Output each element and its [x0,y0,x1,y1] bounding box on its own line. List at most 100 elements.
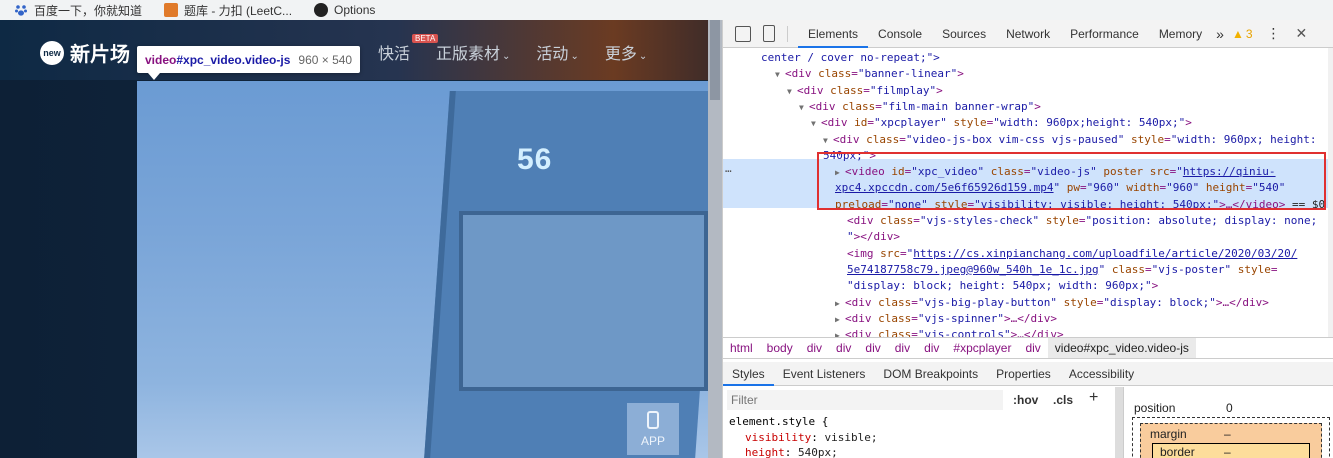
dom-token: >…</div> [1010,328,1064,337]
breadcrumb-item[interactable]: div [1018,341,1047,355]
nav-item-events[interactable]: 活动 ⌄ [536,40,578,64]
dom-line[interactable]: 5e74187758c79.jpeg@960w_540h_1e_1c.jpg" … [847,262,1278,278]
dom-token: class [878,328,912,337]
nav-label: 更多 [604,46,637,63]
breadcrumb-item[interactable]: div [800,341,829,355]
app-download-button[interactable]: APP [627,403,679,455]
dom-tree[interactable]: … center / cover no-repeat;"> ▼ <div class… [723,48,1328,337]
dom-token: = [1145,262,1152,276]
dom-line[interactable]: ▼ <div class="film-main banner-wrap"> [799,99,1041,115]
expanded-triangle-icon[interactable]: ▼ [811,116,821,132]
dom-line[interactable]: ▶ <div class="vjs-spinner">…</div> [835,311,1057,327]
dom-line[interactable]: "display: block; height: 540px; width: 9… [847,278,1158,294]
more-tabs-icon[interactable]: » [1216,26,1224,42]
dom-token: class [830,83,864,97]
dom-token [1057,296,1064,309]
css-prop-value: 540px; [798,446,838,458]
breadcrumb-item[interactable]: div [829,341,858,355]
dom-line[interactable]: ▶ <div class="vjs-big-play-button" style=… [835,295,1269,311]
subtab-properties[interactable]: Properties [987,362,1060,386]
warnings-counter[interactable]: ▲ 3 [1232,27,1253,41]
tab-network[interactable]: Network [996,20,1060,48]
dom-token: = [867,116,874,130]
tooltip-selector: #xpc_video.video-js [176,52,291,67]
logo-badge: new [40,40,64,65]
collapsed-triangle-icon[interactable]: ▶ [835,296,845,312]
dom-token: <div [845,328,879,337]
dom-token: <img [847,246,881,260]
node-actions-ellipsis[interactable]: … [725,162,732,175]
video-highlight-overlay[interactable]: 56 APP [137,81,708,458]
dom-line[interactable]: ▼ <div id="xpcplayer" style="width: 960px… [811,115,1192,131]
expanded-triangle-icon[interactable]: ▼ [787,84,797,100]
breadcrumb-item[interactable]: html [723,341,760,355]
style-prop-row[interactable]: visibility: visible; [745,431,877,444]
tab-performance[interactable]: Performance [1060,20,1149,48]
dom-line[interactable]: ▼ <div class="video-js-box vim-css vjs-pa… [823,132,1317,148]
breadcrumb-item[interactable]: #xpcplayer [946,341,1018,355]
tab-elements[interactable]: Elements [798,20,869,48]
site-logo[interactable]: new 新片场 [40,38,130,67]
nav-label: 活动 [536,46,569,63]
dom-token: = [875,99,882,113]
bookmark-baidu[interactable]: 百度一下，你就知道 [14,2,142,19]
bus-window [459,211,708,391]
nav-item-more[interactable]: 更多 ⌄ [605,40,647,64]
dom-line[interactable]: <div class="vjs-styles-check" style="pos… [847,213,1317,229]
tab-console[interactable]: Console [868,20,932,48]
nav-item-kuaihuo[interactable]: 快活 BETA [378,34,439,64]
inspect-element-icon[interactable] [735,25,751,42]
box-border-label: border [1160,445,1195,458]
collapsed-triangle-icon[interactable]: ▶ [835,328,845,337]
bookmark-options[interactable]: Options [314,3,375,17]
bus-number: 56 [517,143,553,176]
expanded-triangle-icon[interactable]: ▼ [799,100,809,116]
dom-token[interactable]: 5e74187758c79.jpeg@960w_540h_1e_1c.jpg [847,263,1099,276]
dom-token[interactable]: https://cs.xinpianchang.com/uploadfile/a… [913,247,1297,260]
bookmark-leetcode[interactable]: 题库 - 力扣 (LeetC... [164,2,292,19]
breadcrumb-item[interactable]: video#xpc_video.video-js [1047,338,1196,358]
dom-line[interactable]: "></div> [847,229,900,245]
dom-line[interactable]: ▶ <div class="vjs-controls">…</div> [835,327,1064,337]
page-scrollbar-thumb[interactable] [710,20,720,100]
expanded-triangle-icon[interactable]: ▼ [823,133,833,149]
dom-token: class [1111,262,1146,276]
style-prop-row[interactable]: height: 540px; [745,446,838,458]
collapsed-triangle-icon[interactable]: ▶ [835,312,845,328]
hov-toggle[interactable]: :hov [1013,393,1038,407]
warning-count: 3 [1245,26,1253,41]
dom-line[interactable]: center / cover no-repeat;"> [761,50,940,66]
dom-token: class [878,295,912,309]
breadcrumb-item[interactable]: div [858,341,887,355]
dom-token: > [1185,116,1192,130]
subtab-styles[interactable]: Styles [723,362,774,386]
subtab-accessibility[interactable]: Accessibility [1060,362,1143,386]
expanded-triangle-icon[interactable]: ▼ [775,67,785,83]
subtab-dom-breakpoints[interactable]: DOM Breakpoints [874,362,987,386]
styles-scrollbar[interactable] [1115,387,1123,458]
dom-line[interactable]: <img src="https://cs.xinpianchang.com/up… [847,246,1297,262]
breadcrumb-item[interactable]: body [760,341,800,355]
dom-line[interactable]: ▼ <div class="filmplay"> [787,83,943,99]
dom-line[interactable]: ▼ <div class="banner-linear"> [775,66,964,82]
cls-toggle[interactable]: .cls [1053,393,1073,407]
breadcrumb-item[interactable]: div [888,341,917,355]
dom-token: center / cover no-repeat;"> [761,51,940,64]
tab-memory[interactable]: Memory [1149,20,1212,48]
element-tooltip: video #xpc_video.video-js 960 × 540 [137,46,361,73]
dom-token: <div [833,132,867,146]
dom-token: <div [809,99,843,113]
dom-token: class [842,99,876,113]
tab-sources[interactable]: Sources [932,20,996,48]
chevron-down-icon: ⌄ [638,51,648,62]
device-toolbar-icon[interactable] [763,25,775,42]
nav-item-stock[interactable]: 正版素材 ⌄ [436,40,510,64]
dom-token: = [1270,262,1278,276]
subtab-event-listeners[interactable]: Event Listeners [774,362,875,386]
kebab-menu-icon[interactable]: ⋮ [1267,25,1281,42]
new-style-rule-button[interactable]: + [1089,389,1098,407]
styles-filter-input[interactable] [727,390,1003,410]
dom-scrollbar[interactable] [1328,48,1333,337]
close-icon[interactable]: ✕ [1296,25,1308,42]
breadcrumb-item[interactable]: div [917,341,946,355]
